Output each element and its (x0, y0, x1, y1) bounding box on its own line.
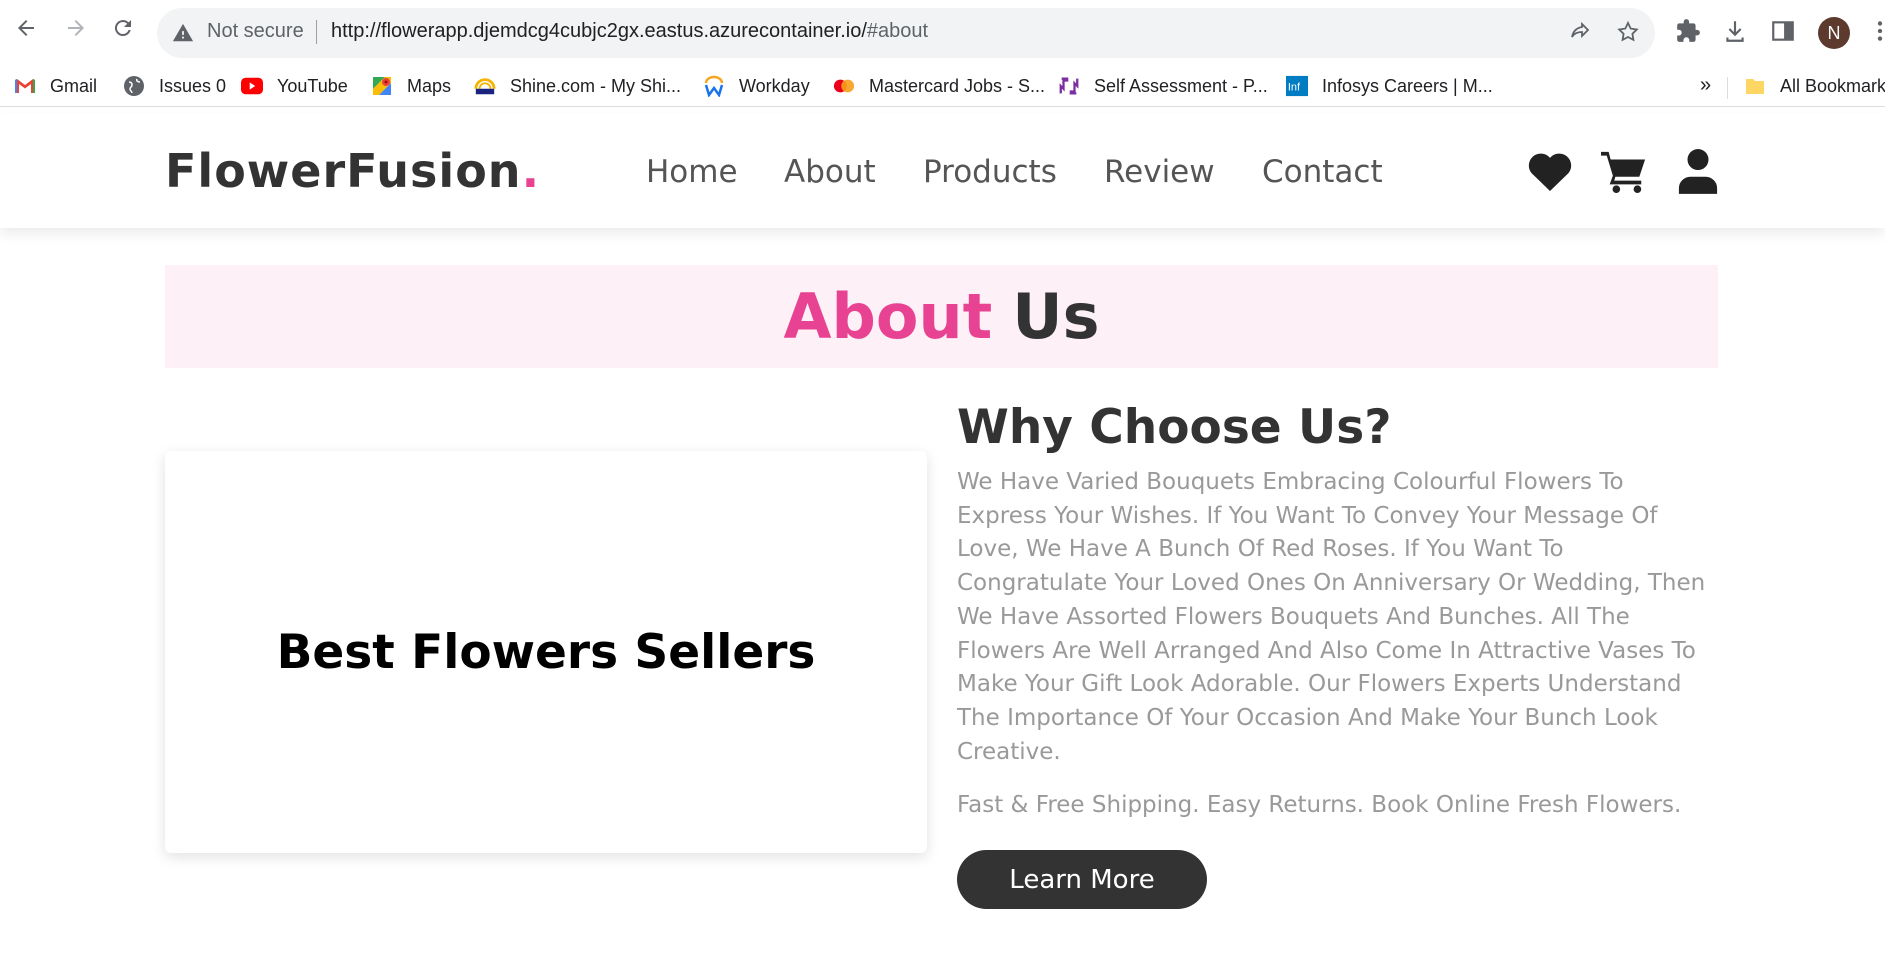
omnibox-divider (316, 20, 317, 44)
assessment-icon (1058, 75, 1080, 97)
bookmark-label: Shine.com - My Shi... (510, 75, 682, 96)
bookmark-label: Issues 0 (159, 75, 227, 96)
bookmark-label: Mastercard Jobs - S... (869, 75, 1046, 96)
security-label[interactable]: Not secure (207, 20, 304, 43)
url-host: http://flowerapp.djemdcg4cubjc2gx.eastus… (331, 20, 867, 42)
heading-accent: About (783, 280, 993, 353)
logo-dot: . (521, 144, 541, 198)
about-heading: About Us (165, 265, 1718, 368)
svg-text:Inf: Inf (1288, 82, 1301, 94)
about-heading-band: About Us (165, 265, 1718, 368)
user-icon[interactable] (1673, 146, 1723, 196)
bookmark-youtube[interactable]: YouTube (241, 74, 348, 98)
nav-about[interactable]: About (784, 154, 876, 190)
why-choose-title: Why Choose Us? (957, 400, 1392, 455)
reload-icon[interactable] (109, 14, 137, 42)
bookmark-gmail[interactable]: Gmail (14, 74, 97, 98)
back-icon[interactable] (12, 14, 40, 42)
nav-products[interactable]: Products (923, 154, 1057, 190)
bookmarks-bar: Gmail Issues 0 YouTube Maps Shine.com - … (0, 66, 1885, 107)
globe-icon (123, 75, 145, 97)
site-logo[interactable]: FlowerFusion. (165, 144, 540, 198)
star-icon[interactable] (1616, 20, 1642, 46)
bookmark-label: Infosys Careers | M... (1322, 75, 1493, 96)
workday-icon (703, 75, 725, 97)
youtube-icon (241, 75, 263, 97)
share-icon[interactable] (1568, 20, 1594, 46)
bookmark-mastercard[interactable]: Mastercard Jobs - S... (833, 74, 1045, 98)
forward-icon[interactable] (62, 14, 90, 42)
bookmark-workday[interactable]: Workday (703, 74, 810, 98)
video-caption: Best Flowers Sellers (276, 624, 816, 680)
browser-toolbar: Not secure http://flowerapp.djemdcg4cubj… (0, 0, 1885, 58)
bookmark-maps[interactable]: Maps (371, 74, 451, 98)
cart-icon[interactable] (1599, 146, 1649, 196)
heading-rest: Us (1012, 280, 1100, 353)
about-video-card: Best Flowers Sellers (165, 451, 927, 853)
shine-icon (474, 75, 496, 97)
bookmark-label: Maps (407, 75, 452, 96)
bookmark-label: Self Assessment - P... (1094, 75, 1268, 96)
bookmark-all[interactable]: All Bookmarks (1744, 74, 1885, 98)
side-panel-icon[interactable] (1770, 18, 1798, 46)
mastercard-icon (833, 75, 855, 97)
bookmark-label: Workday (739, 75, 810, 96)
download-icon[interactable] (1722, 18, 1750, 46)
site-header: FlowerFusion. Home About Products Review… (0, 114, 1885, 228)
bookmark-self-assessment[interactable]: Self Assessment - P... (1058, 74, 1268, 98)
bookmark-infosys[interactable]: Inf Infosys Careers | M... (1286, 74, 1493, 98)
bookmarks-overflow[interactable]: » (1700, 74, 1711, 97)
warning-icon[interactable] (172, 22, 194, 44)
infosys-icon: Inf (1286, 75, 1308, 97)
url-text[interactable]: http://flowerapp.djemdcg4cubjc2gx.eastus… (331, 20, 928, 43)
overflow-icon[interactable] (1867, 18, 1885, 46)
profile-avatar[interactable]: N (1818, 17, 1850, 49)
nav-review[interactable]: Review (1104, 154, 1215, 190)
bookmark-label: All Bookmarks (1780, 75, 1885, 96)
bookmarks-divider (1727, 77, 1728, 99)
about-content: Why Choose Us? We Have Varied Bouquets E… (957, 400, 1719, 821)
learn-more-button[interactable]: Learn More (957, 850, 1207, 909)
bookmark-issues[interactable]: Issues 0 (123, 74, 226, 98)
about-body-text: We Have Varied Bouquets Embracing Colour… (957, 469, 1706, 765)
nav-home[interactable]: Home (646, 154, 738, 190)
shipping-text: Fast & Free Shipping. Easy Returns. Book… (957, 792, 1682, 819)
logo-text: FlowerFusion (165, 144, 522, 198)
bookmark-label: YouTube (277, 75, 348, 96)
maps-icon (371, 75, 393, 97)
url-hash: #about (866, 20, 929, 42)
bookmark-shine[interactable]: Shine.com - My Shi... (474, 74, 681, 98)
extensions-icon[interactable] (1675, 18, 1703, 46)
folder-icon (1744, 75, 1766, 97)
gmail-icon (14, 75, 36, 97)
heart-icon[interactable] (1525, 146, 1575, 196)
nav-contact[interactable]: Contact (1262, 154, 1383, 190)
bookmark-label: Gmail (50, 75, 98, 96)
